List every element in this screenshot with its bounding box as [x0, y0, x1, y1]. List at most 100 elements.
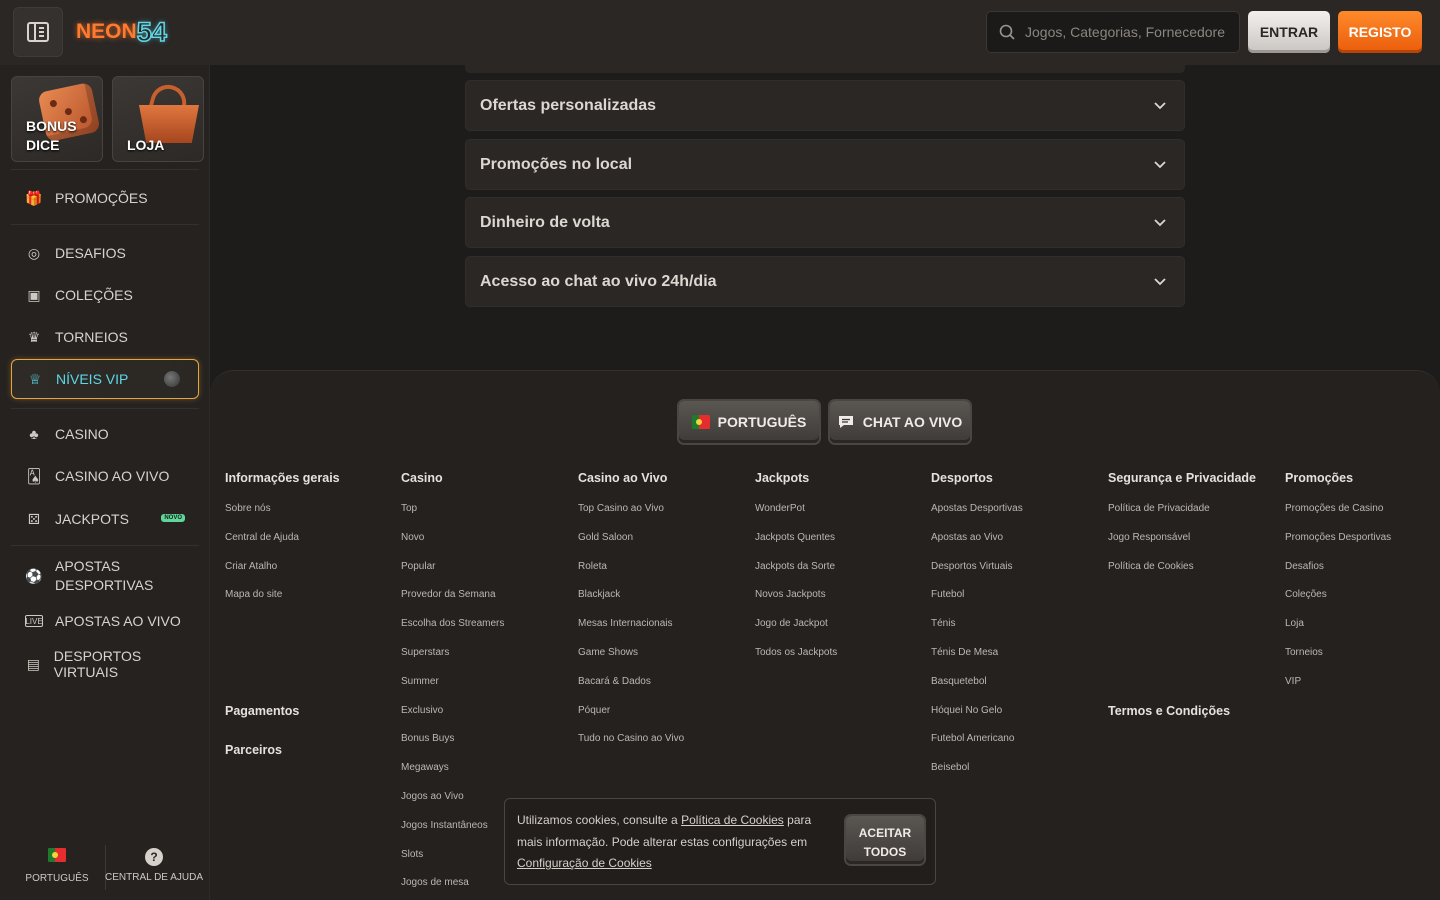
footer-link[interactable]: Central de Ajuda [225, 529, 340, 558]
sidebar-item-desafios[interactable]: ◎ DESAFIOS [11, 234, 199, 272]
footer-link[interactable]: Novo [401, 529, 504, 558]
accept-all-cookies-button[interactable]: ACEITAR TODOS [846, 816, 924, 864]
sidebar-toggle-button[interactable] [13, 7, 63, 57]
footer-link[interactable]: Futebol Americano [931, 730, 1023, 759]
footer-link[interactable]: Jackpots Quentes [755, 529, 837, 558]
search-box[interactable] [986, 11, 1240, 53]
chevron-down-icon [1154, 161, 1166, 169]
register-button[interactable]: REGISTO [1338, 11, 1422, 53]
cookie-text: Utilizamos cookies, consulte a Política … [517, 813, 812, 870]
footer-link[interactable]: Desafios [1285, 558, 1391, 587]
footer-link[interactable]: Jogos ao Vivo [401, 788, 504, 817]
footer-link[interactable]: Desportos Virtuais [931, 558, 1023, 587]
shop-tile[interactable]: LOJA [112, 76, 204, 162]
sidebar-item-promocoes[interactable]: 🎁 PROMOÇÕES [11, 179, 199, 217]
footer-link[interactable]: Top [401, 500, 504, 529]
chevron-down-icon [1154, 219, 1166, 227]
footer-link[interactable]: Superstars [401, 644, 504, 673]
footer-link[interactable]: Loja [1285, 615, 1391, 644]
cookie-policy-link[interactable]: Política de Cookies [681, 813, 784, 827]
crown-icon: ♕ [28, 370, 42, 387]
search-icon [999, 24, 1015, 40]
footer-link[interactable]: Coleções [1285, 586, 1391, 615]
footer-link[interactable]: Hóquei No Gelo [931, 702, 1023, 731]
footer-link[interactable]: Póquer [578, 702, 684, 731]
cookie-banner: Utilizamos cookies, consulte a Política … [504, 798, 936, 885]
footer-link[interactable]: Jogos de mesa [401, 874, 504, 900]
sidebar-tiles: BONUS DICE LOJA [11, 76, 204, 162]
footer-link[interactable]: Sobre nós [225, 500, 340, 529]
sidebar-help-button[interactable]: ? CENTRAL DE AJUDA [104, 848, 204, 883]
footer-link[interactable]: Top Casino ao Vivo [578, 500, 684, 529]
footer-link[interactable]: Apostas Desportivas [931, 500, 1023, 529]
logo-number: 54 [136, 16, 168, 48]
sidebar-item-colecoes[interactable]: ▣ COLEÇÕES [11, 276, 199, 314]
footer-link[interactable]: Jogos Instantâneos [401, 817, 504, 846]
footer-language-button[interactable]: PORTUGUÊS [679, 401, 819, 443]
footer-link[interactable]: Política de Cookies [1108, 558, 1256, 587]
search-input[interactable] [1025, 24, 1225, 40]
footer-link[interactable]: Tudo no Casino ao Vivo [578, 730, 684, 759]
site-logo[interactable]: NEON 54 [76, 13, 167, 51]
sidebar-item-apostas-ao-vivo[interactable]: LIVE APOSTAS AO VIVO [11, 602, 199, 640]
footer-link[interactable]: Exclusivo [401, 702, 504, 731]
accordion-item[interactable]: Dinheiro de volta [465, 197, 1185, 248]
footer-link[interactable]: Jogo Responsável [1108, 529, 1256, 558]
footer-link[interactable]: Summer [401, 673, 504, 702]
footer-link[interactable]: Jackpots da Sorte [755, 558, 837, 587]
footer-terms-link[interactable]: Termos e Condições [1108, 704, 1230, 718]
footer-link[interactable]: Todos os Jackpots [755, 644, 837, 673]
bonus-dice-tile[interactable]: BONUS DICE [11, 76, 103, 162]
footer-link[interactable]: Promoções Desportivas [1285, 529, 1391, 558]
chevron-down-icon [1154, 102, 1166, 110]
footer-link[interactable]: Apostas ao Vivo [931, 529, 1023, 558]
footer-link[interactable]: Ténis De Mesa [931, 644, 1023, 673]
new-badge: NOVO [161, 514, 185, 522]
footer-partners-link[interactable]: Parceiros [225, 743, 282, 757]
footer-link[interactable]: Torneios [1285, 644, 1391, 673]
divider [11, 408, 199, 409]
footer-link[interactable]: Game Shows [578, 644, 684, 673]
footer-link[interactable]: Basquetebol [931, 673, 1023, 702]
sidebar-language-button[interactable]: PORTUGUÊS [7, 848, 107, 884]
footer-link[interactable]: Escolha dos Streamers [401, 615, 504, 644]
footer-link[interactable]: Ténis [931, 615, 1023, 644]
footer-link[interactable]: Roleta [578, 558, 684, 587]
footer-link[interactable]: Beisebol [931, 759, 1023, 788]
sidebar-item-jackpots[interactable]: ⚄ JACKPOTS NOVO [11, 500, 199, 538]
footer-link[interactable]: Provedor da Semana [401, 586, 504, 615]
footer-link[interactable]: Novos Jackpots [755, 586, 837, 615]
footer-link[interactable]: Jogo de Jackpot [755, 615, 837, 644]
footer-link[interactable]: Futebol [931, 586, 1023, 615]
footer-link[interactable]: VIP [1285, 673, 1391, 702]
badge-icon: ◎ [27, 244, 41, 261]
footer-payments-link[interactable]: Pagamentos [225, 704, 299, 718]
sidebar-item-apostas-desportivas[interactable]: ⚽ APOSTAS DESPORTIVAS [11, 552, 199, 600]
footer-link[interactable]: WonderPot [755, 500, 837, 529]
footer-link[interactable]: Bacará & Dados [578, 673, 684, 702]
footer-link[interactable]: Mapa do site [225, 586, 340, 615]
footer-link[interactable]: Política de Privacidade [1108, 500, 1256, 529]
divider [11, 224, 199, 225]
footer-link[interactable]: Bonus Buys [401, 730, 504, 759]
footer-link[interactable]: Megaways [401, 759, 504, 788]
footer-link[interactable]: Mesas Internacionais [578, 615, 684, 644]
login-button[interactable]: ENTRAR [1248, 11, 1330, 53]
sidebar-item-casino[interactable]: ♣ CASINO [11, 415, 199, 453]
accordion-item[interactable]: Promoções no local [465, 139, 1185, 190]
accordion-item[interactable]: Ofertas personalizadas [465, 80, 1185, 131]
sidebar-item-desportos-virtuais[interactable]: ▤ DESPORTOS VIRTUAIS [11, 645, 199, 683]
footer-link[interactable]: Criar Atalho [225, 558, 340, 587]
footer-link[interactable]: Promoções de Casino [1285, 500, 1391, 529]
accordion-item[interactable]: Acesso ao chat ao vivo 24h/dia [465, 256, 1185, 307]
sidebar-item-casino-ao-vivo[interactable]: 🂡 CASINO AO VIVO [11, 457, 199, 495]
footer-link[interactable]: Popular [401, 558, 504, 587]
footer-link[interactable]: Slots [401, 846, 504, 875]
footer-link[interactable]: Blackjack [578, 586, 684, 615]
live-chat-button[interactable]: CHAT AO VIVO [830, 401, 970, 443]
sidebar-item-torneios[interactable]: ♛ TORNEIOS [11, 318, 199, 356]
sidebar-item-vip[interactable]: ♕ NÍVEIS VIP [11, 359, 199, 399]
footer-link[interactable]: Gold Saloon [578, 529, 684, 558]
divider [11, 545, 199, 546]
cookie-settings-link[interactable]: Configuração de Cookies [517, 856, 652, 870]
